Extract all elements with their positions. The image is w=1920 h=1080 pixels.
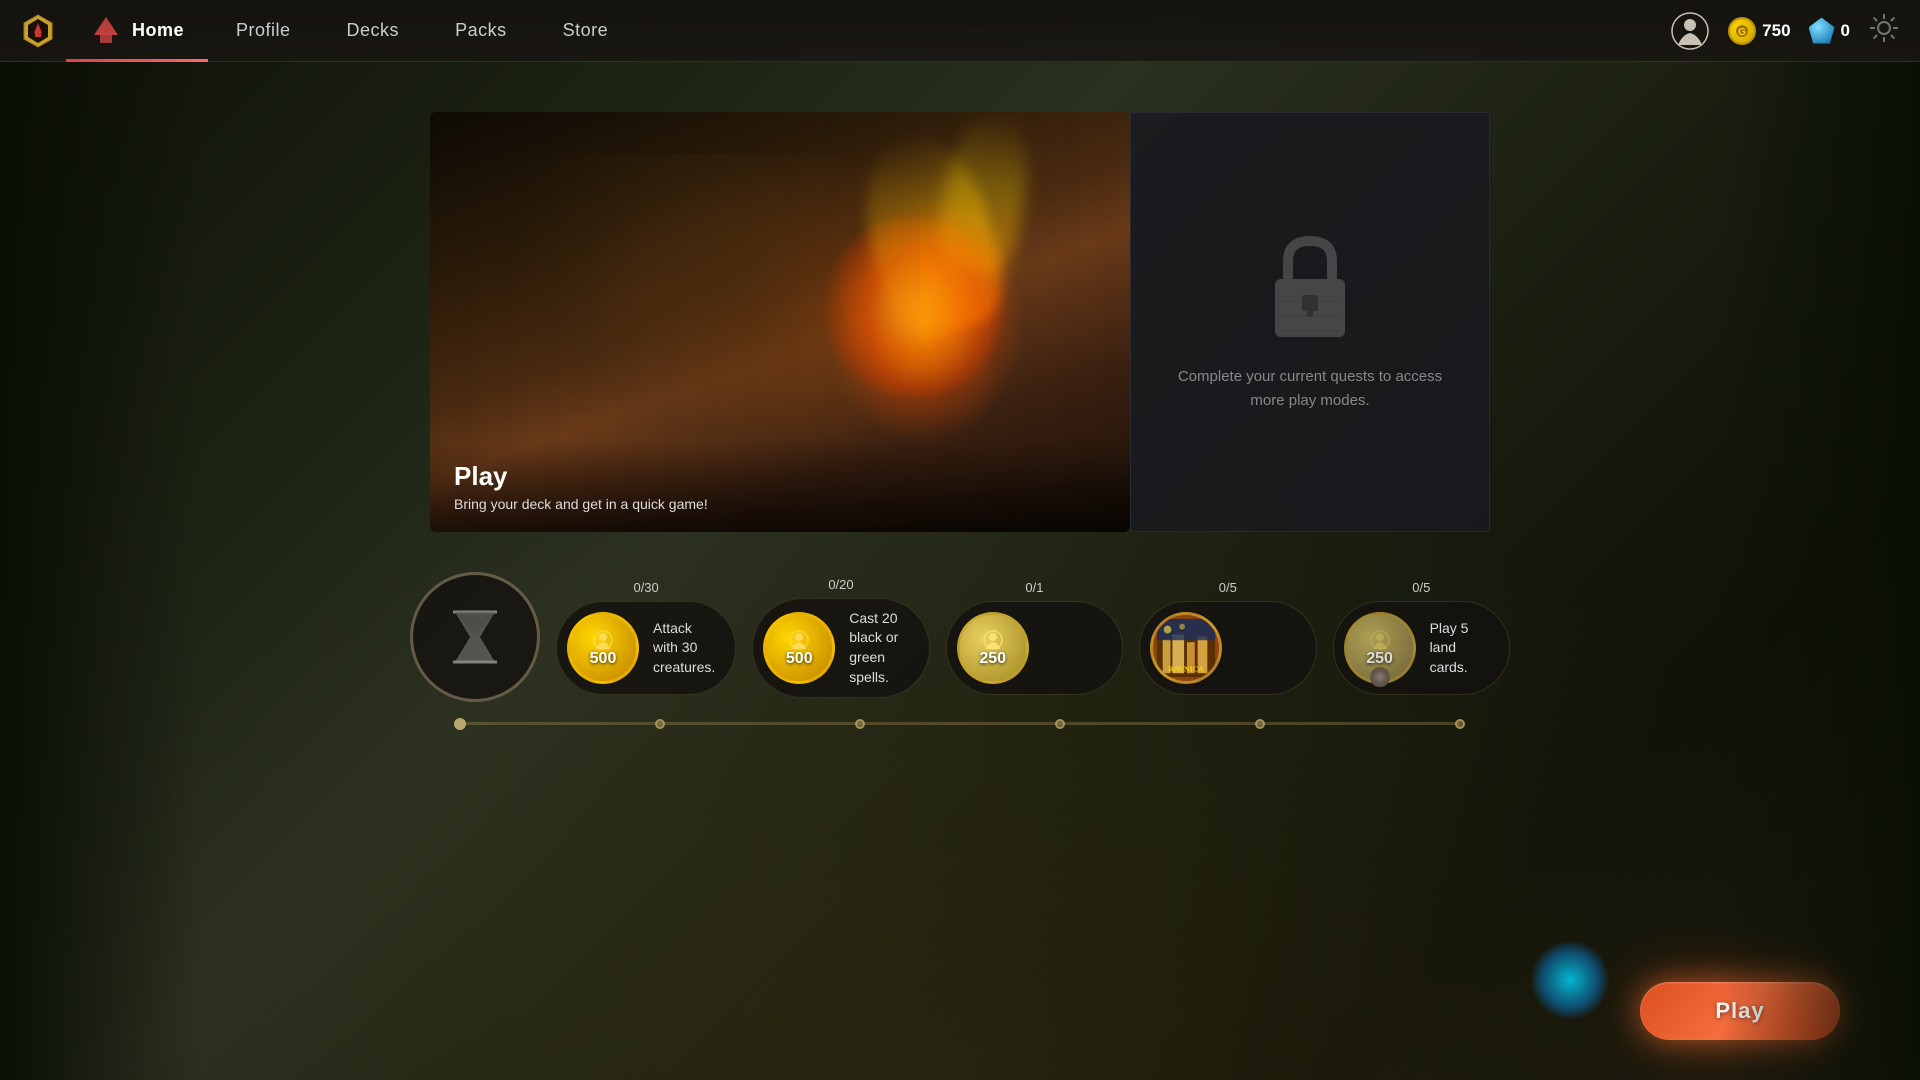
land-quest-icon: [1369, 629, 1391, 651]
coin-symbol: G: [1734, 23, 1750, 39]
settings-icon: [1868, 12, 1900, 44]
gold-planeswalker-icon: [592, 629, 614, 651]
cyan-glow-effect: [1530, 940, 1610, 1020]
play-panel-subtitle: Bring your deck and get in a quick game!: [454, 496, 1106, 512]
lock-icon: [1260, 231, 1360, 341]
gem-currency[interactable]: 0: [1809, 18, 1850, 44]
navbar: Home Profile Decks Packs Store G: [0, 0, 1920, 62]
gem-amount: 0: [1841, 21, 1850, 41]
quest-attack-progress: 0/30: [633, 580, 658, 595]
home-icon: [90, 15, 122, 47]
mtg-logo-icon: [20, 13, 56, 49]
tab-store-label: Store: [563, 20, 609, 41]
timer-icon: [445, 607, 505, 667]
quest-pw-amount: 250: [979, 651, 1006, 667]
quest-land-description: Play 5 land cards.: [1430, 619, 1489, 678]
tab-profile[interactable]: Profile: [208, 0, 319, 62]
quest-land-cards[interactable]: 0/5 250 Play 5 land cards.: [1333, 601, 1510, 695]
quest-card-art[interactable]: 0/5 RAVNICA: [1139, 601, 1316, 695]
quest-land-amount: 250: [1366, 651, 1393, 667]
quest-card-progress: 0/5: [1219, 580, 1237, 595]
settings-button[interactable]: [1868, 12, 1900, 49]
quest-cast-spells[interactable]: 0/20 500 Cast 20 black or green spells.: [752, 598, 929, 698]
progress-bar-section: [460, 722, 1460, 725]
fire-glow-effect: [825, 196, 1025, 446]
gold-amount: 750: [1762, 21, 1790, 41]
nav-tabs: Home Profile Decks Packs Store: [66, 0, 636, 61]
quest-attack-reward-coin: 500: [567, 612, 639, 684]
lock-panel-text: Complete your current quests to access m…: [1131, 365, 1489, 413]
quest-planeswalker[interactable]: 0/1 250: [946, 601, 1123, 695]
quest-cast-reward-coin: 500: [763, 612, 835, 684]
progress-dot-2: [855, 719, 865, 729]
lock-panel[interactable]: Complete your current quests to access m…: [1130, 112, 1490, 532]
main-content: Play Bring your deck and get in a quick …: [0, 62, 1920, 1080]
quests-bar: 0/30 500 Attack with 30 creatures. 0/20: [410, 572, 1510, 702]
gem-icon: [1809, 18, 1835, 44]
tab-packs-label: Packs: [455, 20, 507, 41]
quest-pw-progress: 0/1: [1025, 580, 1043, 595]
lock-icon-container: [1260, 231, 1360, 341]
play-panel-title: Play: [454, 461, 1106, 492]
gold-coin-icon: G: [1728, 17, 1756, 45]
quest-cast-progress: 0/20: [828, 577, 853, 592]
progress-line: [460, 722, 1460, 725]
gold-currency[interactable]: G 750: [1728, 17, 1790, 45]
progress-dot-4: [1255, 719, 1265, 729]
quest-pw-reward-coin: 250: [957, 612, 1029, 684]
card-art-icon: RAVNICA: [1153, 614, 1219, 682]
quest-attack-description: Attack with 30 creatures.: [653, 619, 715, 678]
quest-attack-amount: 500: [590, 651, 617, 667]
progress-start-marker: [454, 718, 466, 730]
quest-card-reward: RAVNICA: [1150, 612, 1222, 684]
progress-dot-3: [1055, 719, 1065, 729]
quest-land-progress: 0/5: [1412, 580, 1430, 595]
tab-home-label: Home: [132, 20, 184, 41]
play-panel[interactable]: Play Bring your deck and get in a quick …: [430, 112, 1130, 532]
tab-store[interactable]: Store: [535, 0, 637, 62]
tab-decks[interactable]: Decks: [319, 0, 428, 62]
tab-decks-label: Decks: [347, 20, 400, 41]
tab-packs[interactable]: Packs: [427, 0, 535, 62]
logo-area: [20, 13, 56, 49]
quest-cast-description: Cast 20 black or green spells.: [849, 609, 908, 687]
progress-dot-1: [655, 719, 665, 729]
nav-right: G 750 0: [1670, 11, 1900, 51]
quest-attack-creatures[interactable]: 0/30 500 Attack with 30 creatures.: [556, 601, 736, 695]
panels-row: Play Bring your deck and get in a quick …: [430, 112, 1490, 532]
planeswalker-icon: [1670, 11, 1710, 51]
svg-text:RAVNICA: RAVNICA: [1168, 664, 1204, 673]
quest-land-reward-coin: 250: [1344, 612, 1416, 684]
planeswalker-quest-icon: [982, 629, 1004, 651]
daily-quest-timer: [410, 572, 540, 702]
gold-planeswalker-icon-2: [788, 629, 810, 651]
tab-home[interactable]: Home: [66, 0, 208, 62]
play-text-overlay: Play Bring your deck and get in a quick …: [430, 441, 1130, 532]
svg-text:G: G: [1738, 27, 1746, 38]
quest-cast-amount: 500: [786, 651, 813, 667]
tab-profile-label: Profile: [236, 20, 291, 41]
progress-dot-5: [1455, 719, 1465, 729]
